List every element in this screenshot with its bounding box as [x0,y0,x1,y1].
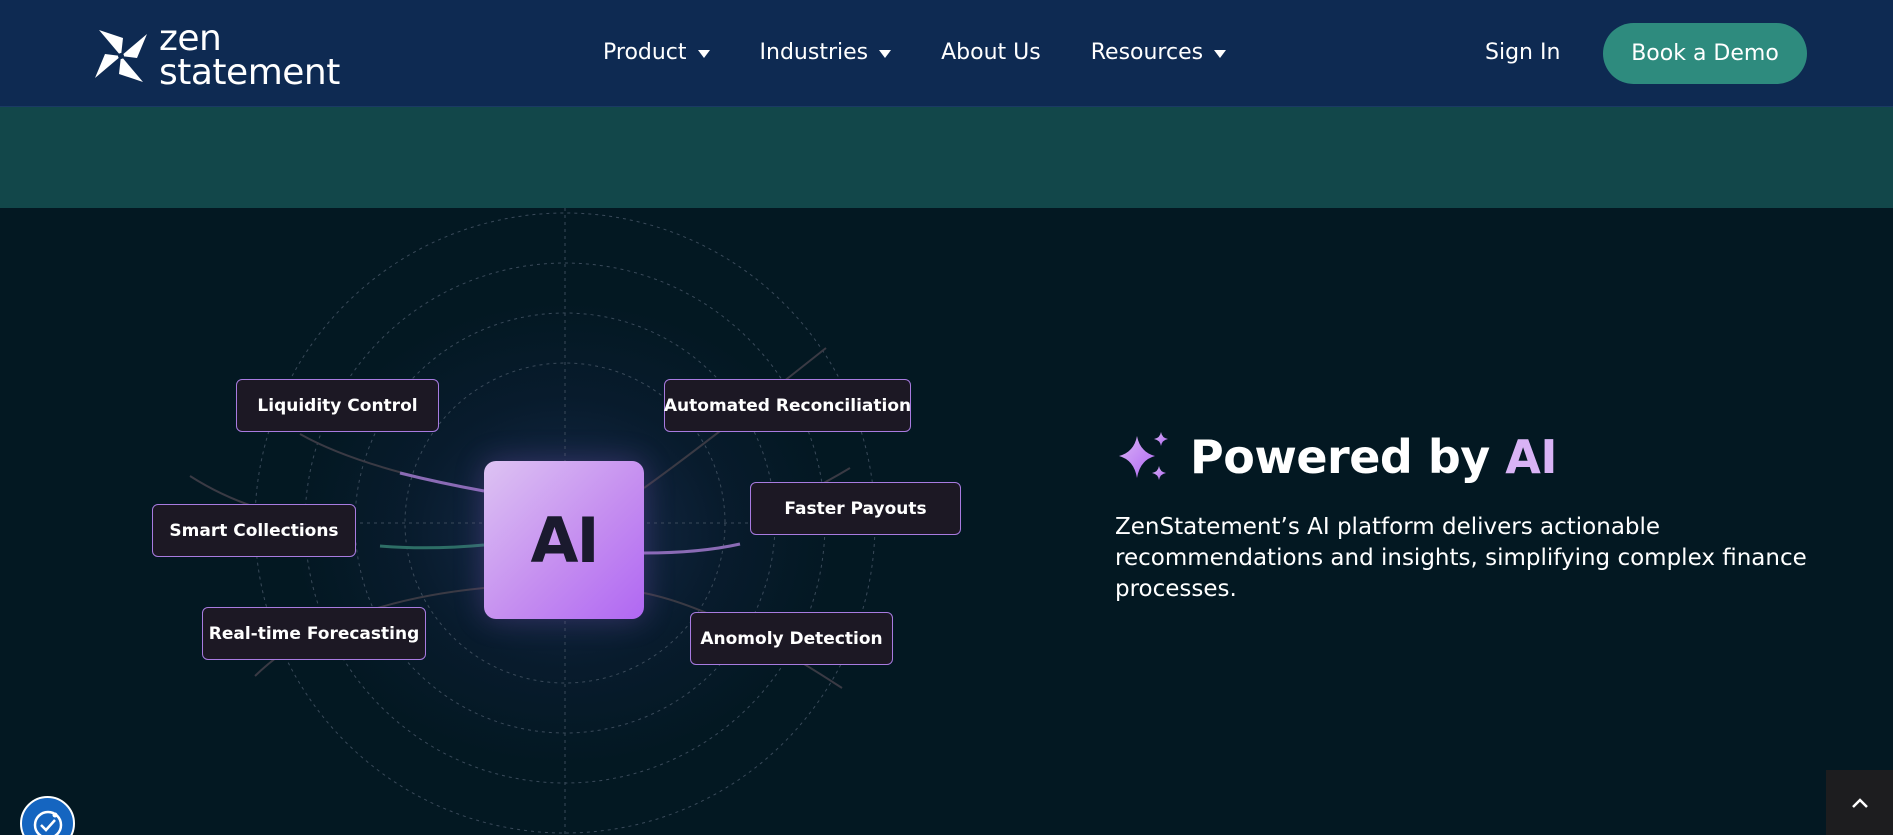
chip-realtime-forecasting: Real-time Forecasting [202,607,426,660]
chevron-down-icon [697,49,710,58]
section-title: Powered by AI [1190,430,1557,484]
ai-diagram: AI Liquidity Control Automated Reconcili… [0,208,1060,835]
title-row: Powered by AI [1115,428,1835,486]
chip-automated-reconciliation: Automated Reconciliation [664,379,911,432]
nav-industries-label: Industries [759,40,869,65]
nav-about-us-label: About Us [941,40,1041,65]
sparkle-icon [1119,432,1168,480]
ai-center-label: AI [530,503,599,577]
nav-resources-label: Resources [1090,40,1204,65]
nav-product[interactable]: Product [603,40,710,65]
nav-product-label: Product [603,40,687,65]
logo[interactable]: zen statement [93,18,340,93]
chip-faster-payouts: Faster Payouts [750,482,961,535]
logo-line-1: zen [159,18,222,59]
sign-in-link[interactable]: Sign In [1485,40,1560,65]
scroll-top-button[interactable] [1826,770,1893,835]
ai-center-tile: AI [484,461,644,619]
accessibility-icon [33,810,62,835]
pinwheel-icon [95,30,147,82]
section-content: Powered by AI ZenStatement’s AI platform… [1115,428,1835,605]
book-demo-button[interactable]: Book a Demo [1603,23,1807,84]
nav-resources[interactable]: Resources [1090,40,1227,65]
logo-text: zen statement [159,18,340,93]
section-description: ZenStatement’s AI platform delivers acti… [1115,514,1807,602]
chip-liquidity-control: Liquidity Control [236,379,439,432]
chevron-up-icon [1851,797,1868,808]
chevron-down-icon [879,49,892,58]
chevron-down-icon [1214,49,1227,58]
ai-section: AI Liquidity Control Automated Reconcili… [0,208,1893,835]
main-nav: Product Industries About Us Resources [603,40,1276,65]
logo-line-2: statement [159,52,340,93]
title-accent: AI [1505,430,1557,484]
nav-about-us[interactable]: About Us [941,40,1041,65]
nav-industries[interactable]: Industries [760,40,892,65]
site-header: zen statement Product Industries About U… [0,0,1893,107]
title-prefix: Powered by [1190,430,1506,484]
teal-band [0,107,1893,208]
chip-smart-collections: Smart Collections [152,504,356,557]
chip-anomoly-detection: Anomoly Detection [690,612,893,665]
